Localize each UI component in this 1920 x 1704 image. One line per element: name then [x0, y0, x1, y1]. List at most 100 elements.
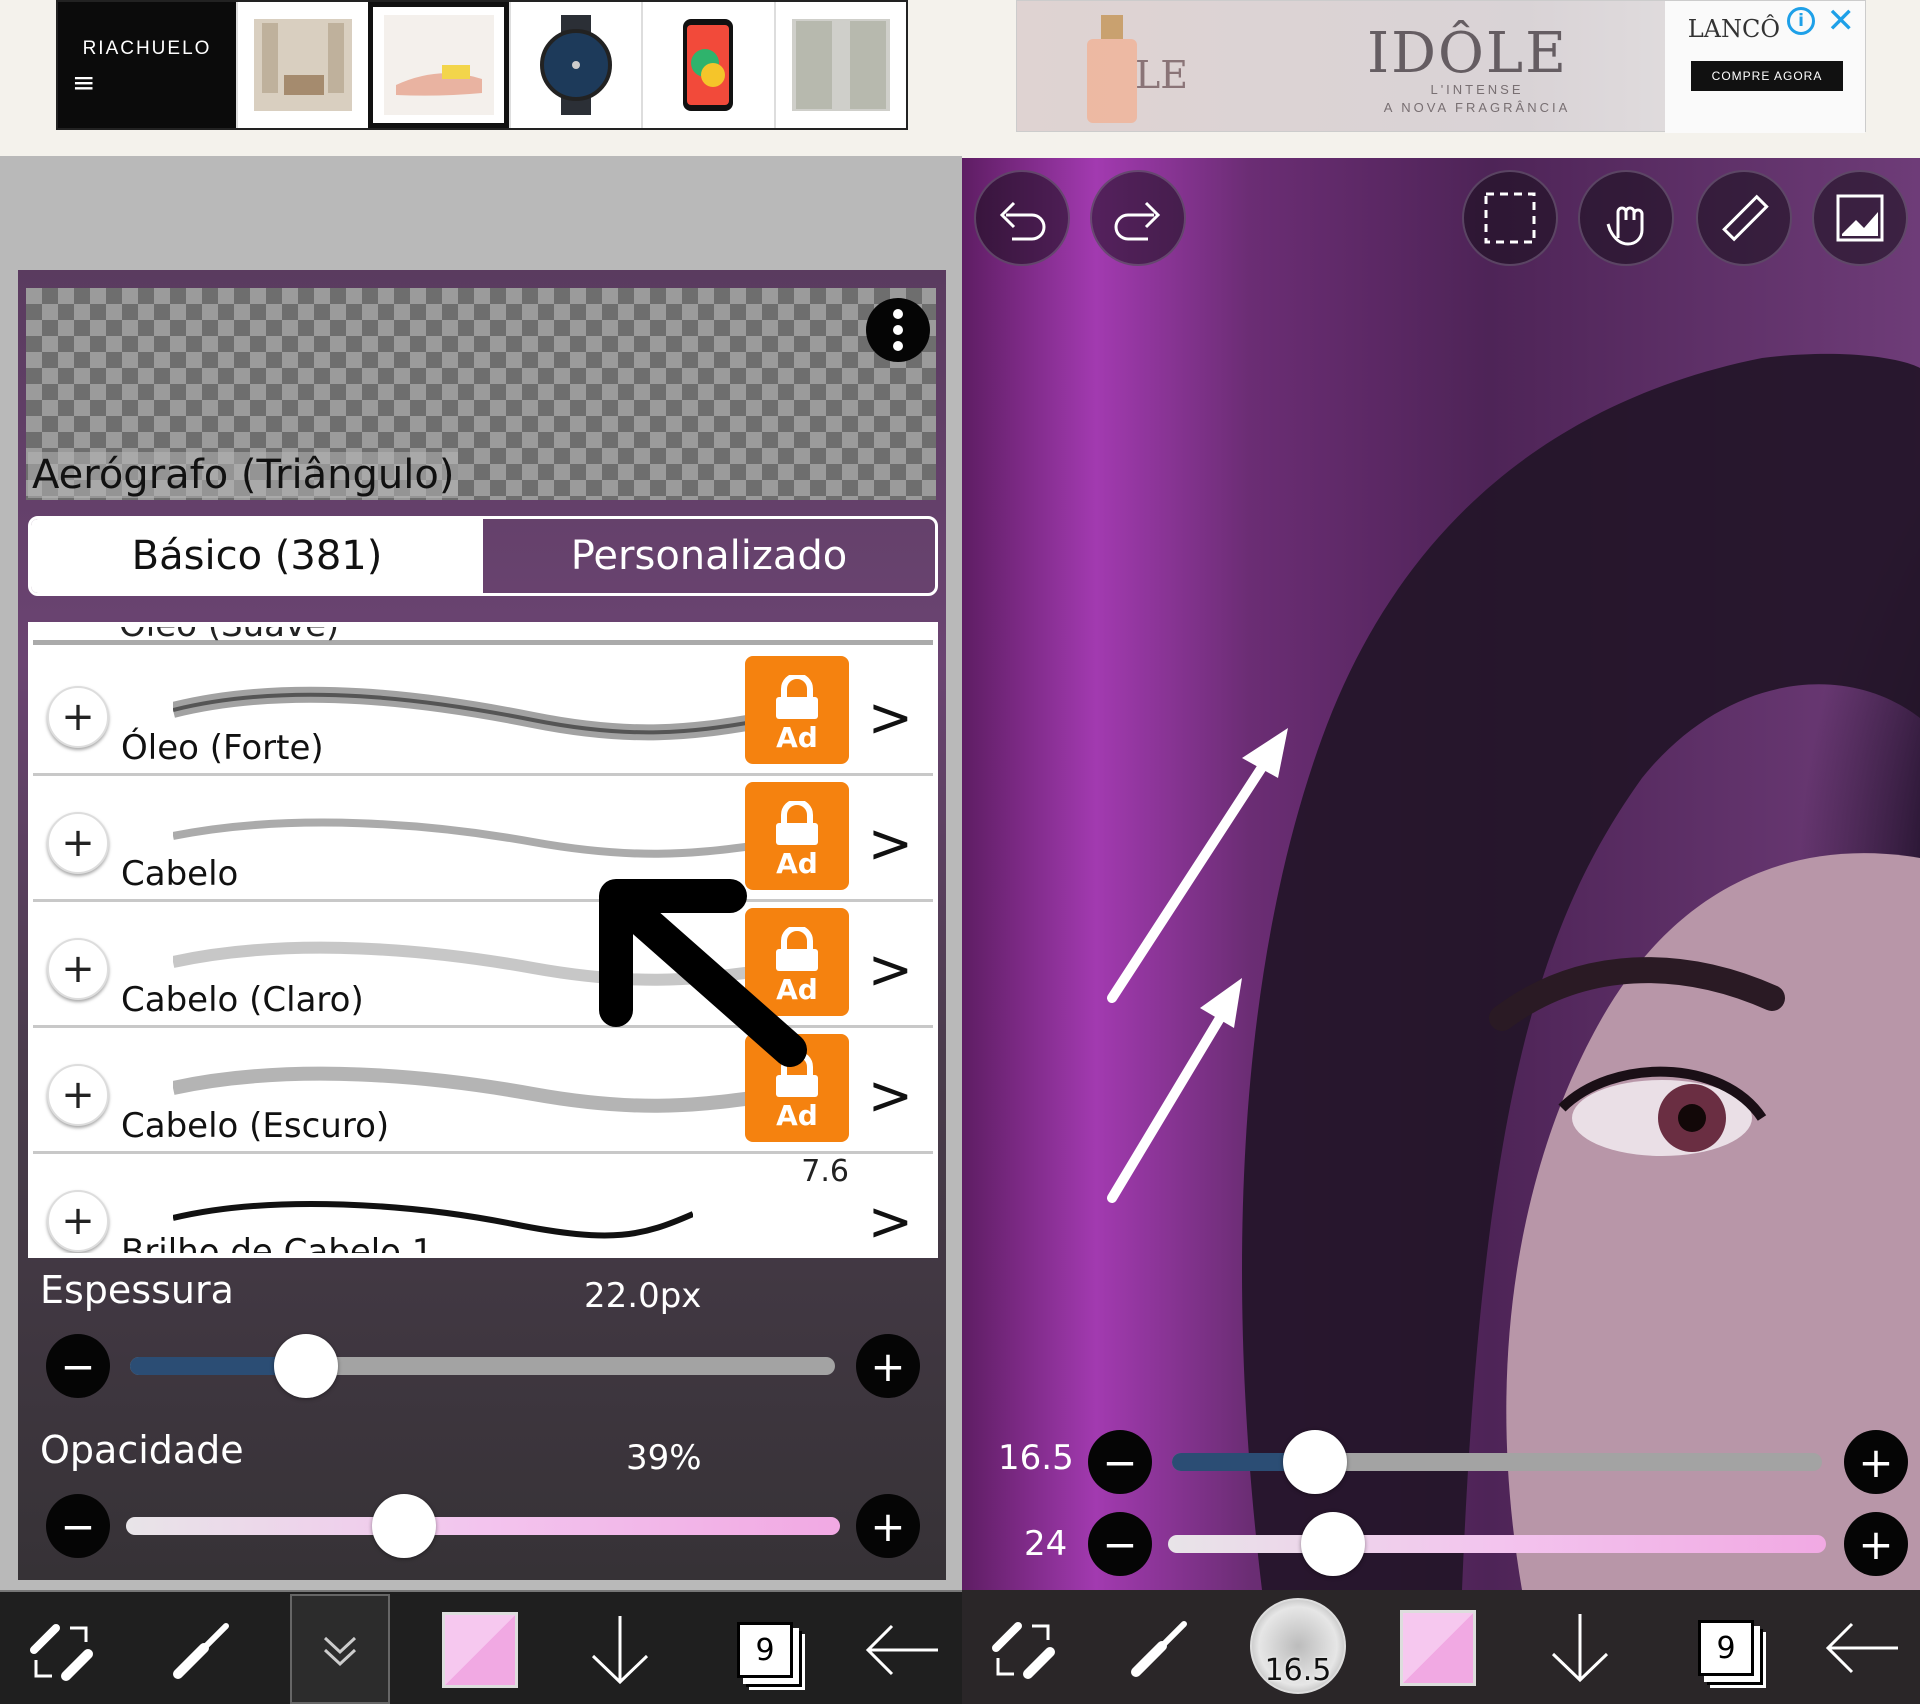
brush-size-value: 7.6	[801, 1154, 849, 1189]
ad-brand-logo: LANCÔ	[1687, 15, 1780, 43]
color-swatch	[442, 1612, 518, 1688]
back-arrow-icon[interactable]	[1822, 1610, 1902, 1686]
thickness-decrease-button[interactable]: −	[46, 1334, 110, 1398]
brush-size-badge-label: 16.5	[1264, 1653, 1332, 1688]
phone-image	[683, 19, 734, 111]
undo-icon	[999, 201, 1046, 241]
right-opacity-decrease-button[interactable]: −	[1088, 1512, 1152, 1576]
ad-subtitle-line2: A NOVA FRAGRÂNCIA	[1383, 100, 1571, 115]
brush-opacity-slider[interactable]	[1168, 1512, 1826, 1576]
move-down-icon[interactable]	[580, 1612, 660, 1688]
opacity-value: 39%	[626, 1438, 702, 1478]
ad-banner-right[interactable]: LE IDÔLE L'INTENSE A NOVA FRAGRÂNCIA LAN…	[1016, 0, 1866, 133]
canvas-photo[interactable]	[962, 158, 1920, 1590]
hand-tool-button[interactable]	[1578, 170, 1674, 266]
ruler-icon	[1722, 194, 1769, 242]
color-swatch-button[interactable]	[440, 1612, 520, 1688]
layers-button[interactable]: 9	[725, 1612, 805, 1688]
image-button[interactable]	[1812, 170, 1908, 266]
ad-info-icon[interactable]: i	[1787, 7, 1815, 35]
ad-cta-button[interactable]: COMPRE AGORA	[1691, 61, 1843, 91]
brush-label: Óleo (Suave)	[119, 622, 340, 645]
thickness-slider[interactable]	[130, 1334, 835, 1398]
color-swatch	[1400, 1610, 1476, 1686]
add-brush-button[interactable]: +	[47, 1190, 109, 1252]
ad-subtitle-line1: L'INTENSE	[1430, 82, 1524, 97]
swap-brush-eraser-icon[interactable]	[984, 1610, 1064, 1686]
hamburger-icon: ≡	[72, 66, 96, 99]
brush-category-tabs: Básico (381) Personalizado	[28, 516, 938, 596]
ad-banner-left[interactable]: RIACHUELO ≡	[56, 0, 908, 130]
ad-product-curtain-grey[interactable]	[773, 2, 906, 128]
brush-size-circle: 16.5	[1250, 1598, 1346, 1694]
opacity-decrease-button[interactable]: −	[46, 1494, 110, 1558]
redo-button[interactable]	[1090, 170, 1186, 266]
chevron-right-icon[interactable]: >	[868, 1064, 913, 1127]
opacity-slider[interactable]	[126, 1494, 840, 1558]
collapse-panel-button[interactable]	[290, 1594, 390, 1704]
undo-button[interactable]	[974, 170, 1070, 266]
brush-row-brilho-cabelo[interactable]: + Brilho de Cabelo 1 7.6 >	[33, 1154, 933, 1258]
curtain-grey-image	[791, 19, 890, 111]
chevron-right-icon[interactable]: >	[868, 812, 913, 875]
tutorial-arrows-white	[1107, 728, 1288, 1203]
layers-button[interactable]: 9	[1686, 1610, 1766, 1686]
tutorial-arrow-black	[599, 879, 807, 1067]
ad-label: Ad	[776, 1099, 818, 1132]
add-brush-button[interactable]: +	[47, 686, 109, 748]
sandal-image	[383, 15, 494, 115]
ruler-button[interactable]	[1696, 170, 1792, 266]
brush-size-badge[interactable]: 16.5	[1248, 1596, 1348, 1696]
brush-label: Brilho de Cabelo 1	[121, 1232, 434, 1258]
locked-ad-badge[interactable]: Ad	[745, 656, 849, 764]
ad-close-icon[interactable]: ✕	[1827, 1, 1856, 41]
ad-perfume-label: LE	[1135, 53, 1188, 97]
add-brush-button[interactable]: +	[47, 812, 109, 874]
size-increase-button[interactable]: +	[1844, 1430, 1908, 1494]
ad-product-watch[interactable]	[508, 2, 641, 128]
thickness-increase-button[interactable]: +	[856, 1334, 920, 1398]
more-options-button[interactable]	[866, 298, 930, 362]
tab-custom[interactable]: Personalizado	[483, 519, 935, 593]
chevron-right-icon[interactable]: >	[868, 938, 913, 1001]
right-opacity-knob[interactable]	[1301, 1512, 1365, 1576]
opacity-track	[126, 1517, 840, 1535]
right-bottom-toolbar: 16.5 9	[962, 1590, 1920, 1704]
thickness-knob[interactable]	[274, 1334, 338, 1398]
size-decrease-button[interactable]: −	[1088, 1430, 1152, 1494]
back-arrow-icon[interactable]	[862, 1612, 942, 1688]
dot-icon	[893, 309, 903, 319]
selection-button[interactable]	[1462, 170, 1558, 266]
brush-row-oleo-forte[interactable]: + Óleo (Forte) Ad >	[33, 650, 933, 776]
tab-basic[interactable]: Básico (381)	[31, 519, 483, 593]
brush-size-slider[interactable]	[1172, 1430, 1822, 1494]
chevron-right-icon[interactable]: >	[868, 1190, 913, 1253]
size-knob[interactable]	[1283, 1430, 1347, 1494]
brush-label: Cabelo (Claro)	[121, 980, 364, 1020]
swap-brush-eraser-icon[interactable]	[22, 1612, 102, 1688]
ad-product-sandal[interactable]	[368, 2, 509, 128]
opacity-knob[interactable]	[372, 1494, 436, 1558]
brush-tool-icon[interactable]	[160, 1612, 240, 1688]
chevron-right-icon[interactable]: >	[868, 686, 913, 749]
layers-count: 9	[737, 1622, 793, 1678]
color-swatch-button[interactable]	[1398, 1610, 1478, 1686]
opacity-increase-button[interactable]: +	[856, 1494, 920, 1558]
brush-label: Óleo (Forte)	[121, 728, 324, 768]
ad-brand-block[interactable]: RIACHUELO ≡	[58, 2, 236, 128]
brush-tool-icon[interactable]	[1118, 1610, 1198, 1686]
add-brush-button[interactable]: +	[47, 1064, 109, 1126]
thickness-value: 22.0px	[584, 1276, 702, 1316]
thickness-label: Espessura	[40, 1268, 234, 1312]
lock-icon	[776, 801, 818, 845]
dot-icon	[893, 341, 903, 351]
ad-brand-name: RIACHUELO	[82, 38, 212, 59]
move-down-icon[interactable]	[1540, 1610, 1620, 1686]
ad-product-phone[interactable]	[641, 2, 773, 128]
add-brush-button[interactable]: +	[47, 938, 109, 1000]
brush-label: Cabelo (Escuro)	[121, 1106, 390, 1146]
ad-product-curtain[interactable]	[236, 2, 368, 128]
brush-row-partial[interactable]: Óleo (Suave)	[33, 627, 933, 645]
ad-label: Ad	[776, 721, 818, 754]
right-opacity-increase-button[interactable]: +	[1844, 1512, 1908, 1576]
